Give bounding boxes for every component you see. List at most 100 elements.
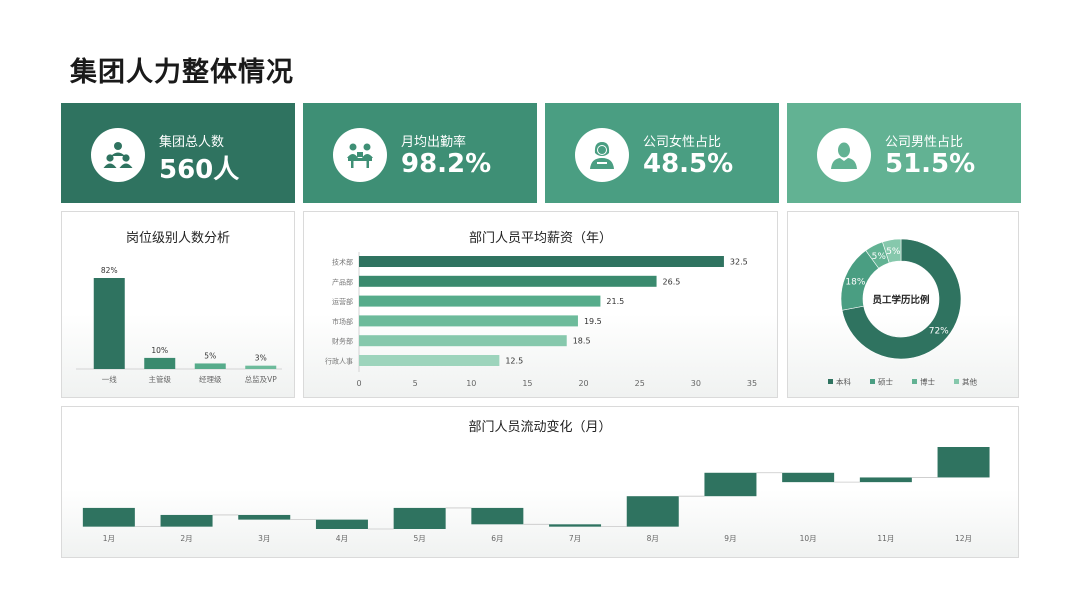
meeting-icon: [333, 128, 387, 182]
male-icon: [817, 128, 871, 182]
bar-2: [359, 295, 601, 307]
center-label: 员工学历比例: [872, 294, 929, 306]
data-label: 3%: [255, 354, 267, 363]
bar-0: [359, 256, 724, 267]
legend-swatch: [954, 379, 959, 384]
data-label: 72%: [929, 327, 949, 337]
tick-label: 2月: [180, 534, 192, 543]
tick-label: 总监及VP: [245, 374, 278, 384]
education-chart-panel: 72% 18% 5% 5% 员工学历比例本科 硕士 博士 其他: [787, 211, 1019, 398]
kpi-label: 月均出勤率: [401, 135, 467, 150]
tick-label: 30: [691, 379, 701, 388]
tick-label: 10: [466, 379, 476, 388]
tick-label: 20: [578, 379, 588, 388]
tick-label: 5: [413, 379, 418, 388]
data-label: 26.5: [663, 277, 681, 286]
category-label: 运营部: [332, 297, 353, 306]
turnover-chart-panel: 部门人员流动变化（月） 1月 2月 3月 4月 5月 6月 7月 8月 9月 10月 11月 12月: [61, 406, 1019, 558]
kpi-value: 51.5%: [885, 149, 976, 179]
bar-4: [359, 335, 567, 347]
data-label: 12.5: [505, 357, 523, 366]
turnover-waterfall-chart: 1月 2月 3月 4月 5月 6月 7月 8月 9月 10月 11月 12月: [82, 447, 990, 543]
bar-6: [549, 524, 602, 527]
kpi-card-female-ratio: 公司女性占比 48.5%: [545, 103, 779, 203]
female-icon: [575, 128, 629, 182]
data-label: 5%: [204, 351, 216, 360]
bar-9: [782, 472, 835, 483]
bar-7: [626, 496, 679, 527]
education-donut-chart: 72% 18% 5% 5% 员工学历比例本科 硕士 博士 其他: [828, 238, 977, 387]
job-level-chart: 82% 一线 10% 主管级 5% 经理级 3% 总监及VP: [76, 266, 282, 384]
tick-label: 15: [522, 379, 532, 388]
salary-chart-panel: 部门人员平均薪资（年） 32.5 技术部 26.5 产品部 21.5 运营部 19.5 市场部…: [303, 211, 778, 398]
tick-label: 35: [747, 379, 757, 388]
tick-label: 3月: [258, 534, 270, 543]
legend-label: 本科: [836, 377, 851, 387]
tick-label: 0: [356, 379, 361, 388]
kpi-label: 公司男性占比: [885, 135, 964, 150]
data-label: 32.5: [730, 258, 748, 267]
legend-label: 硕士: [878, 377, 893, 387]
tick-label: 10月: [800, 534, 817, 543]
bar-5: [471, 507, 524, 525]
kpi-card-total-staff: 集团总人数 560人: [61, 103, 295, 203]
bar-0: [82, 507, 135, 527]
bar-3: [315, 519, 368, 529]
legend-swatch: [912, 379, 917, 384]
bar-8: [704, 472, 757, 497]
kpi-value: 560人: [159, 155, 240, 185]
page-title: 集团人力整体情况: [70, 57, 294, 88]
bar-3: [359, 315, 578, 327]
bar-5: [359, 355, 500, 366]
job-level-chart-panel: 岗位级别人数分析 82% 一线 10% 主管级 5% 经理级 3% 总监及VP: [61, 211, 295, 398]
team-icon: [91, 128, 145, 182]
legend-label: 其他: [962, 377, 977, 387]
tick-label: 4月: [336, 534, 348, 543]
data-label: 18.5: [573, 337, 591, 346]
bar-0: [93, 278, 125, 369]
tick-label: 1月: [103, 534, 115, 543]
bar-1: [144, 357, 176, 369]
kpi-value: 98.2%: [401, 149, 492, 179]
category-label: 产品部: [332, 277, 353, 286]
bar-1: [359, 275, 657, 287]
category-label: 行政人事: [325, 357, 353, 366]
kpi-label: 集团总人数: [159, 135, 225, 150]
tick-label: 8月: [647, 534, 659, 543]
tick-label: 经理级: [199, 374, 222, 384]
bar-11: [937, 447, 990, 478]
salary-chart: 32.5 技术部 26.5 产品部 21.5 运营部 19.5 市场部 18.5 财务部 12.5 行…: [325, 252, 757, 388]
bar-2: [194, 363, 226, 369]
tick-label: 12月: [955, 534, 972, 543]
bar-10: [859, 477, 912, 483]
legend-swatch: [828, 379, 833, 384]
bar-1: [160, 514, 213, 527]
tick-label: 7月: [569, 534, 581, 543]
data-label: 5%: [886, 247, 901, 257]
bar-4: [393, 507, 446, 529]
kpi-card-attendance: 月均出勤率 98.2%: [303, 103, 537, 203]
kpi-card-male-ratio: 公司男性占比 51.5%: [787, 103, 1021, 203]
tick-label: 9月: [724, 534, 736, 543]
tick-label: 11月: [877, 534, 894, 543]
legend-swatch: [870, 379, 875, 384]
data-label: 18%: [845, 277, 865, 287]
category-label: 技术部: [332, 258, 353, 267]
tick-label: 25: [635, 379, 645, 388]
data-label: 21.5: [606, 297, 624, 306]
kpi-value: 48.5%: [643, 149, 734, 179]
category-label: 财务部: [332, 337, 353, 346]
tick-label: 6月: [491, 534, 503, 543]
data-label: 10%: [151, 346, 168, 355]
legend-label: 博士: [920, 377, 935, 387]
data-label: 82%: [101, 266, 118, 275]
data-label: 5%: [872, 252, 887, 262]
tick-label: 5月: [414, 534, 426, 543]
category-label: 市场部: [332, 317, 353, 326]
data-label: 19.5: [584, 317, 602, 326]
tick-label: 主管级: [149, 374, 172, 384]
bar-2: [238, 514, 291, 520]
kpi-label: 公司女性占比: [643, 135, 722, 150]
bar-3: [245, 365, 277, 369]
tick-label: 一线: [102, 374, 117, 384]
